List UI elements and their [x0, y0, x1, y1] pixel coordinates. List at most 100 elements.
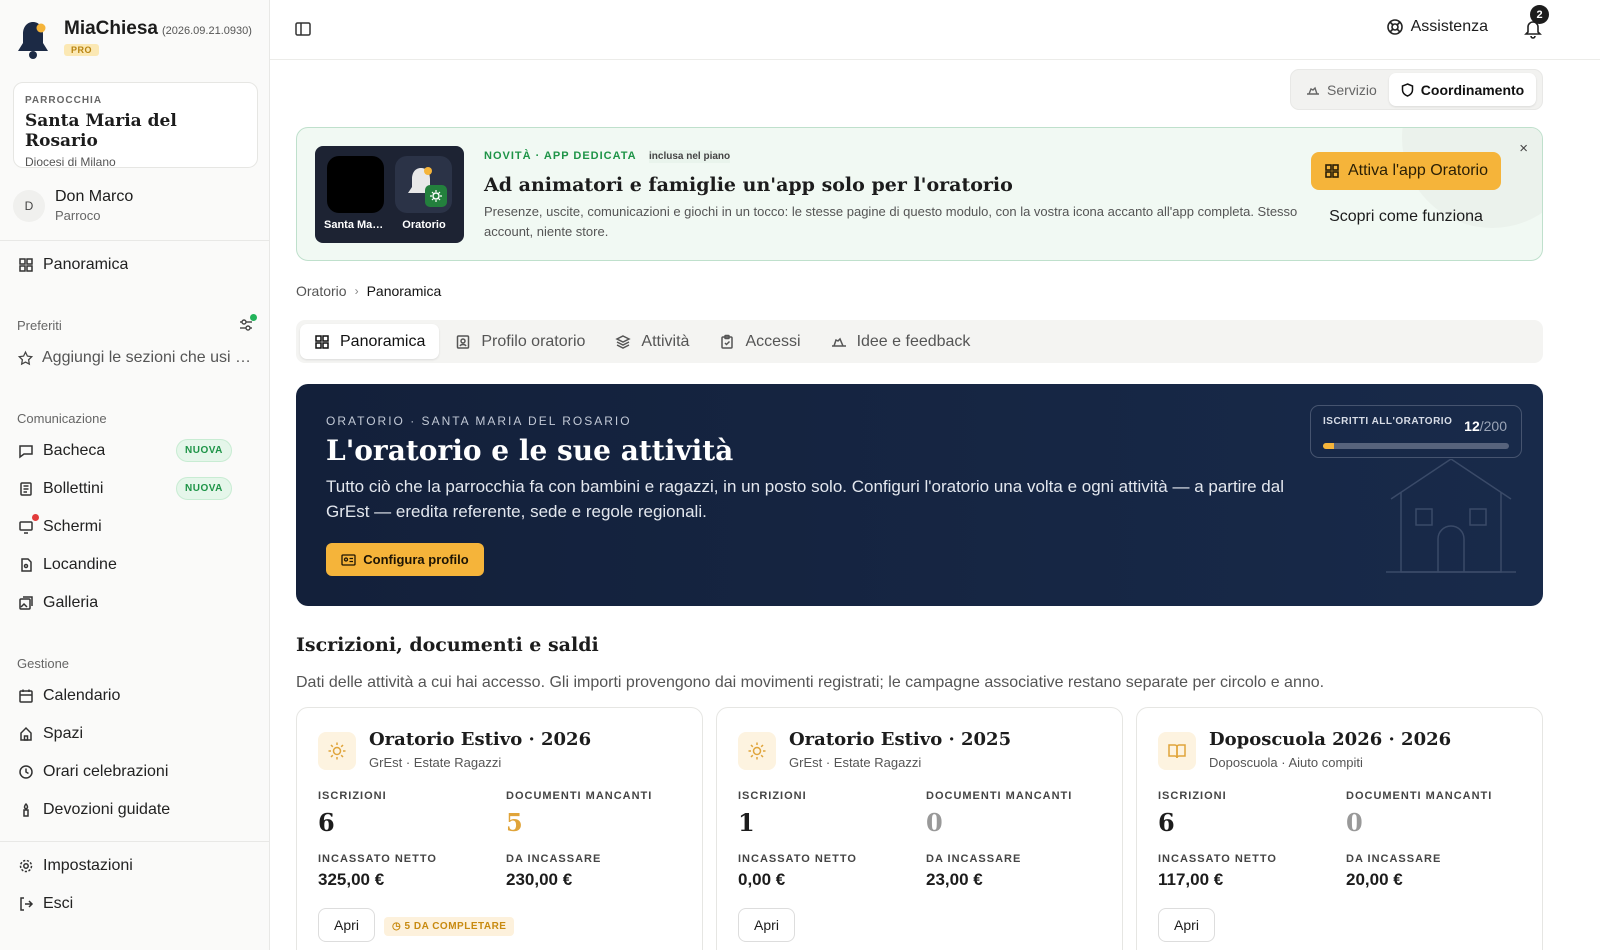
tab-label: Profilo oratorio [481, 332, 586, 350]
brand-version: (2026.09.21.0930) [161, 25, 252, 37]
sidebar-toggle-icon[interactable] [294, 20, 312, 43]
missing-docs-label: DOCUMENTI MANCANTI [506, 790, 653, 802]
breadcrumb-parent[interactable]: Oratorio [296, 283, 347, 299]
shield-icon [1401, 82, 1414, 97]
open-button[interactable]: Apri [318, 908, 375, 942]
sidebar-item-label: Locandine [43, 556, 117, 573]
app-tile-parish [327, 156, 384, 213]
tab-idee[interactable]: Idee e feedback [817, 324, 985, 359]
lifebuoy-icon [1386, 18, 1404, 36]
clock-icon [17, 763, 35, 781]
sidebar-item-esci[interactable]: Esci [17, 892, 253, 916]
favorites-add-hint[interactable]: Aggiungi le sezioni che usi più spesso [17, 346, 253, 370]
activity-card[interactable]: Oratorio Estivo · 2025 GrEst · Estate Ra… [716, 707, 1123, 950]
activity-card[interactable]: Oratorio Estivo · 2026 GrEst · Estate Ra… [296, 707, 703, 950]
mode-servizio-label: Servizio [1327, 81, 1377, 98]
sidebar-item-label: Devozioni guidate [43, 801, 171, 818]
tab-accessi[interactable]: Accessi [705, 324, 814, 359]
app-tile-oratorio [395, 156, 452, 213]
sun-icon [738, 732, 776, 770]
parish-diocese: Diocesi di Milano [25, 155, 116, 169]
sidebar-item-impostazioni[interactable]: Impostazioni [17, 854, 253, 878]
missing-docs-value: 0 [1346, 808, 1363, 837]
card-subtitle: GrEst · Estate Ragazzi [789, 755, 922, 770]
parish-card[interactable]: PARROCCHIA Santa Maria del Rosario Dioce… [13, 82, 258, 169]
net-label: INCASSATO NETTO [318, 853, 437, 865]
mode-coordinamento[interactable]: Coordinamento [1388, 73, 1537, 106]
missing-docs-label: DOCUMENTI MANCANTI [1346, 790, 1493, 802]
sidebar-item-label: Impostazioni [43, 857, 133, 874]
mode-servizio[interactable]: Servizio [1294, 73, 1389, 106]
enrollments-value: 6 [318, 808, 335, 837]
section-description: Dati delle attività a cui hai accesso. G… [296, 674, 1325, 691]
sidebar-item-schermi[interactable]: Schermi [17, 514, 253, 539]
due-value: 20,00 € [1346, 870, 1403, 889]
open-button[interactable]: Apri [1158, 908, 1215, 942]
sidebar-item-galleria[interactable]: Galleria [17, 591, 253, 615]
message-icon [17, 442, 35, 460]
breadcrumb-current: Panoramica [366, 283, 442, 299]
favorites-settings-icon[interactable] [238, 314, 257, 338]
promo-description: Presenze, uscite, comunicazioni e giochi… [484, 204, 1298, 239]
configure-profile-label: Configura profilo [363, 552, 469, 567]
sidebar-item-label: Schermi [43, 518, 102, 535]
how-it-works-link[interactable]: Scopri come funziona [1311, 208, 1501, 226]
tab-label: Idee e feedback [856, 332, 971, 350]
help-button[interactable]: Assistenza [1386, 18, 1488, 36]
hero-text: Tutto ciò che la parrocchia fa con bambi… [326, 477, 1284, 521]
open-button[interactable]: Apri [738, 908, 795, 942]
hero-kicker: ORATORIO · SANTA MARIA DEL ROSARIO [326, 414, 632, 428]
help-label: Assistenza [1410, 18, 1488, 35]
sidebar-item-bollettini[interactable]: Bollettini NUOVA [17, 477, 253, 501]
activate-app-label: Attiva l'app Oratorio [1347, 162, 1488, 179]
net-label: INCASSATO NETTO [738, 853, 857, 865]
tab-label: Panoramica [340, 332, 426, 350]
communication-section-title: Comunicazione [17, 411, 107, 426]
enrollment-value: 12/200 [1464, 418, 1507, 434]
configure-profile-button[interactable]: Configura profilo [326, 543, 484, 576]
sidebar-item-calendario[interactable]: Calendario [17, 684, 253, 708]
monitor-icon [17, 514, 39, 536]
sidebar-item-devozioni[interactable]: Devozioni guidate [17, 798, 253, 822]
notification-count-badge: 2 [1530, 5, 1549, 24]
sidebar-item-spazi[interactable]: Spazi [17, 722, 253, 746]
net-value: 0,00 € [738, 870, 786, 889]
sidebar-item-label: Esci [43, 895, 74, 912]
user-role: Parroco [55, 208, 101, 223]
notifications-button[interactable]: 2 [1524, 5, 1549, 44]
tab-profilo[interactable]: Profilo oratorio [441, 324, 599, 359]
user-profile[interactable]: D Don Marco Parroco [13, 188, 133, 223]
sidebar-item-label: Galleria [43, 594, 99, 611]
house-illustration-icon [1386, 458, 1516, 579]
promo-tag: NOVITÀ · APP DEDICATA [484, 150, 637, 162]
enrollment-count: 12 [1464, 418, 1480, 434]
sidebar-item-bacheca[interactable]: Bacheca NUOVA [17, 439, 253, 463]
brand[interactable]: MiaChiesa (2026.09.21.0930) PRO [16, 18, 252, 62]
app-label-parish: Santa Maria del Rosario [324, 219, 386, 231]
activity-card[interactable]: Doposcuola 2026 · 2026 Doposcuola · Aiut… [1136, 707, 1543, 950]
divider [0, 841, 270, 842]
management-section-title: Gestione [17, 656, 70, 671]
card-title: Oratorio Estivo · 2025 [789, 729, 1012, 750]
promo-included: inclusa nel piano [649, 150, 731, 163]
card-title: Oratorio Estivo · 2026 [369, 729, 592, 750]
app-root: MiaChiesa (2026.09.21.0930) PRO PARROCCHI… [0, 0, 1600, 950]
mode-coordinamento-label: Coordinamento [1420, 81, 1525, 98]
favorites-hint-text: Aggiungi le sezioni che usi più spesso [42, 349, 253, 366]
tab-attivita[interactable]: Attività [601, 324, 703, 359]
church-icon [17, 725, 35, 743]
activate-app-button[interactable]: Attiva l'app Oratorio [1311, 152, 1501, 190]
tab-panoramica[interactable]: Panoramica [300, 324, 440, 359]
enrollment-counter: ISCRITTI ALL'ORATORIO 12/200 [1310, 405, 1522, 458]
divider [0, 240, 270, 241]
enrollments-label: ISCRIZIONI [1158, 790, 1227, 802]
logout-icon [17, 895, 35, 913]
tab-label: Accessi [745, 332, 801, 350]
close-icon[interactable]: × [1519, 140, 1528, 157]
sidebar: MiaChiesa (2026.09.21.0930) PRO PARROCCHI… [0, 0, 270, 950]
sidebar-item-locandine[interactable]: Locandine [17, 553, 253, 577]
due-label: DA INCASSARE [1346, 853, 1442, 865]
poster-icon [17, 556, 35, 574]
sidebar-item-orari[interactable]: Orari celebrazioni [17, 760, 253, 784]
sidebar-item-panoramica[interactable]: Panoramica [17, 253, 253, 277]
